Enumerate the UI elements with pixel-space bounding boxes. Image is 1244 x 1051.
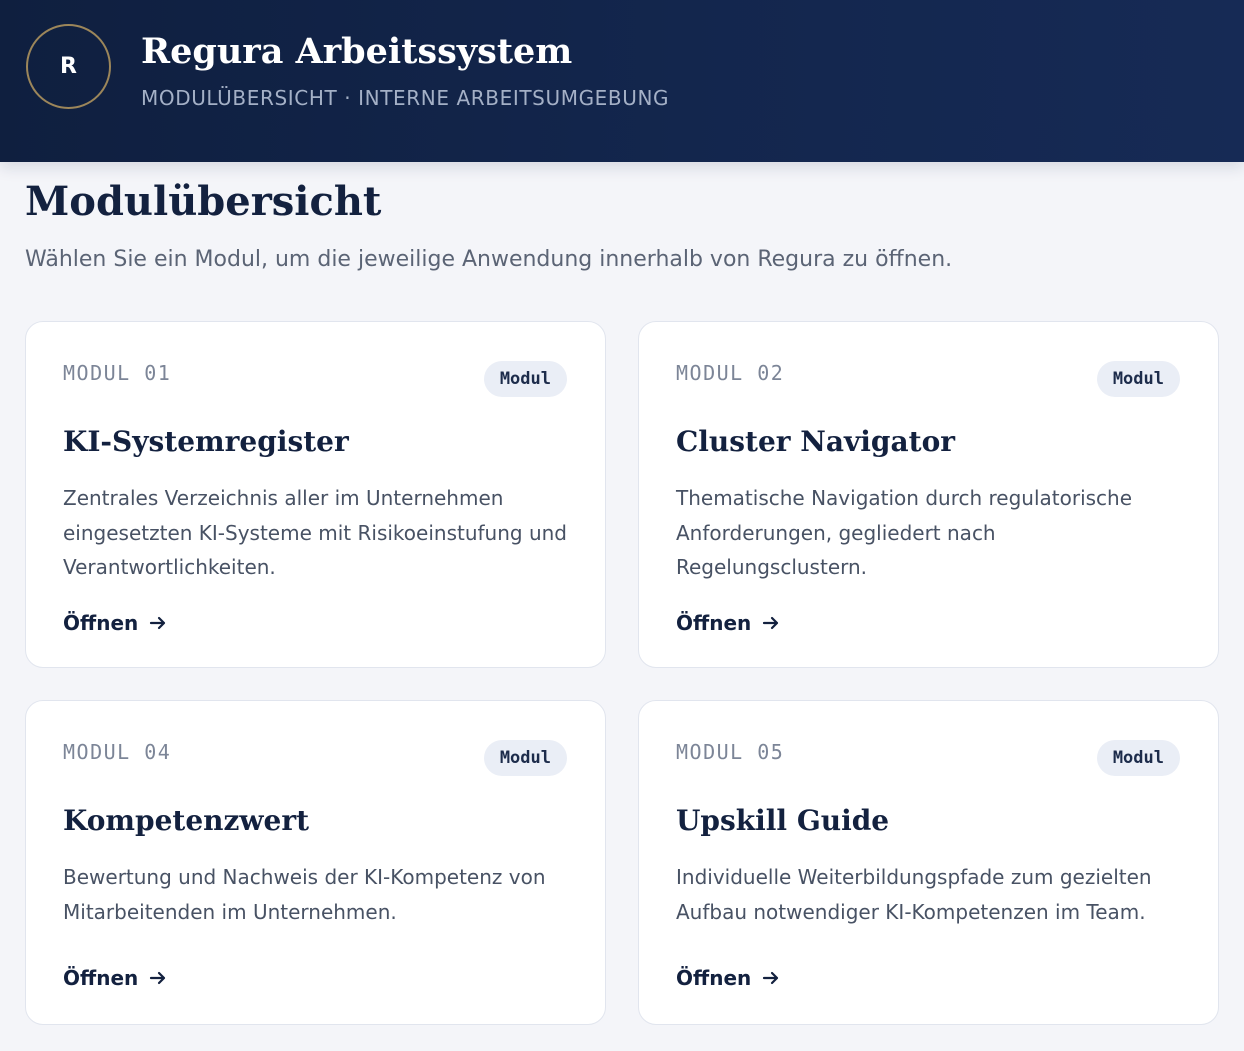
module-description: Zentrales Verzeichnis aller im Unternehm… [63,486,567,579]
app-subtitle: MODULÜBERSICHT · INTERNE ARBEITSUMGEBUNG [141,86,670,110]
arrow-right-icon [148,968,168,988]
module-title: Kompetenzwert [63,804,310,837]
open-module-link[interactable]: Öffnen [63,965,168,991]
module-description: Thematische Navigation durch regulatoris… [676,486,1133,579]
open-module-link[interactable]: Öffnen [676,610,781,636]
module-card-02[interactable]: MODUL 02 Modul Cluster Navigator Themati… [638,321,1219,668]
module-description: Individuelle Weiterbildungspfade zum gez… [676,865,1152,924]
arrow-right-icon [761,613,781,633]
open-module-link[interactable]: Öffnen [63,610,168,636]
module-badge: Modul [1096,740,1180,776]
module-number: MODUL 05 [676,740,785,764]
module-badge: Modul [1096,361,1180,397]
module-title: KI-Systemregister [63,425,349,458]
open-module-link[interactable]: Öffnen [676,965,781,991]
module-description: Bewertung und Nachweis der KI-Kompetenz … [63,865,546,924]
app-header: R Regura Arbeitssystem MODULÜBERSICHT · … [0,0,1244,162]
module-title: Upskill Guide [676,804,890,837]
module-badge: Modul [483,361,567,397]
module-number: MODUL 01 [63,361,172,385]
open-link-label: Öffnen [676,611,752,635]
module-badge: Modul [483,740,567,776]
module-card-01[interactable]: MODUL 01 Modul KI-Systemregister Zentral… [25,321,606,668]
arrow-right-icon [148,613,168,633]
open-link-label: Öffnen [63,611,139,635]
arrow-right-icon [761,968,781,988]
module-grid: MODUL 01 Modul KI-Systemregister Zentral… [25,321,1219,1025]
page-title: Modulübersicht [25,178,382,225]
module-number: MODUL 04 [63,740,172,764]
module-card-05[interactable]: MODUL 05 Modul Upskill Guide Individuell… [638,700,1219,1025]
module-card-04[interactable]: MODUL 04 Modul Kompetenzwert Bewertung u… [25,700,606,1025]
page-description: Wählen Sie ein Modul, um die jeweilige A… [25,247,953,272]
open-link-label: Öffnen [63,966,139,990]
open-link-label: Öffnen [676,966,752,990]
app-title: Regura Arbeitssystem [141,31,573,72]
app-logo: R [26,24,111,109]
module-title: Cluster Navigator [676,425,956,458]
module-number: MODUL 02 [676,361,785,385]
